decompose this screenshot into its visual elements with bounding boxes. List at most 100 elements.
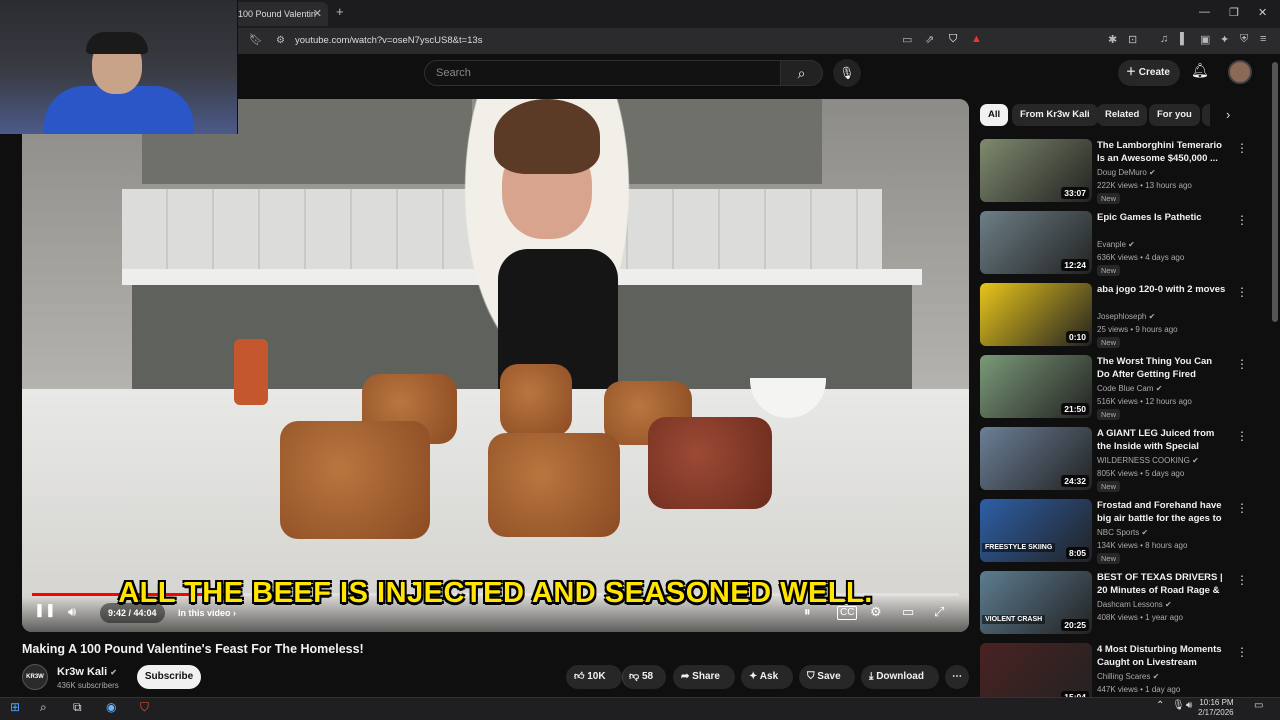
- search-button[interactable]: ⌕: [781, 60, 823, 86]
- windows-start-icon[interactable]: ⊞: [10, 700, 20, 714]
- channel-name[interactable]: Kr3w Kali ✔: [57, 666, 117, 678]
- brave-rewards-icon[interactable]: ▲: [971, 33, 982, 45]
- steam-icon[interactable]: ◉: [106, 700, 116, 714]
- recommendation-item[interactable]: 21:50 The Worst Thing You Can Do After Ge…: [980, 355, 1270, 421]
- taskbar-clock[interactable]: 10:16 PM 2/17/2026: [1198, 698, 1234, 718]
- recommendation-item[interactable]: VIOLENT CRASH 20:25 BEST OF TEXAS DRIVERS …: [980, 571, 1270, 637]
- recommendation-thumbnail[interactable]: FREESTYLE SKIING 8:05: [980, 499, 1092, 562]
- bookmark-icon[interactable]: 🔖︎: [249, 33, 263, 46]
- fullscreen-button[interactable]: ⤢: [934, 604, 944, 620]
- new-tab-icon[interactable]: +: [336, 4, 344, 19]
- media-icon[interactable]: ♫: [1160, 33, 1168, 45]
- menu-icon[interactable]: ≡: [1260, 33, 1266, 45]
- more-vertical-icon[interactable]: ⋮: [1236, 213, 1248, 227]
- url-field[interactable]: ⚙︎ youtube.com/watch?v=oseN7yscUS8&t=13s: [268, 31, 888, 51]
- video-duration: 20:25: [1061, 619, 1089, 631]
- recommendation-channel: NBC Sports ✔: [1097, 528, 1148, 537]
- recommendation-item[interactable]: 24:32 A GIANT LEG Juiced from the Inside …: [980, 427, 1270, 493]
- recommendation-channel-name: Evanple: [1097, 240, 1126, 249]
- dislike-button[interactable]: 👎︎ 58: [622, 665, 666, 689]
- captions-button[interactable]: CC: [837, 606, 858, 620]
- recommendation-item[interactable]: 0:10 aba jogo 120-0 with 2 moves Josephlos…: [980, 283, 1270, 349]
- more-vertical-icon[interactable]: ⋮: [1236, 573, 1248, 587]
- more-vertical-icon[interactable]: ⋮: [1236, 141, 1248, 155]
- recommendation-title[interactable]: The Worst Thing You Can Do After Getting…: [1097, 355, 1227, 381]
- browser-tab[interactable]: 100 Pound Valentin ✕: [230, 2, 328, 26]
- more-vertical-icon[interactable]: ⋮: [1236, 645, 1248, 659]
- download-button[interactable]: ⤓ Download: [861, 665, 939, 689]
- search-input[interactable]: Search: [424, 60, 781, 86]
- more-vertical-icon[interactable]: ⋮: [1236, 429, 1248, 443]
- recommendation-thumbnail[interactable]: 21:50: [980, 355, 1092, 418]
- channel-avatar[interactable]: KR3W KALI: [22, 664, 48, 704]
- recommendation-title[interactable]: aba jogo 120-0 with 2 moves: [1097, 283, 1227, 296]
- vpn-icon[interactable]: ⛨: [1240, 33, 1248, 46]
- recommendation-item[interactable]: FREESTYLE SKIING 8:05 Frostad and Forehand…: [980, 499, 1270, 565]
- save-button[interactable]: ⛉ Save: [799, 665, 855, 689]
- close-window-icon[interactable]: ✕: [1258, 6, 1267, 19]
- recommendation-title[interactable]: BEST OF TEXAS DRIVERS | 20 Minutes of Ro…: [1097, 571, 1227, 597]
- brave-browser-icon[interactable]: ⛉: [140, 700, 149, 715]
- task-view-icon[interactable]: ⧉: [73, 700, 82, 715]
- sidebar-toggle-icon[interactable]: ▌: [1180, 33, 1188, 45]
- recommendation-title[interactable]: Epic Games Is Pathetic: [1097, 211, 1227, 224]
- account-avatar[interactable]: [1228, 60, 1252, 84]
- taskbar-search-icon[interactable]: ⌕: [40, 700, 47, 715]
- recommendation-title[interactable]: Frostad and Forehand have big air battle…: [1097, 499, 1227, 525]
- minimize-icon[interactable]: —: [1199, 6, 1210, 18]
- cast-icon[interactable]: ▭: [902, 33, 912, 46]
- recommendation-meta: 408K views • 1 year ago: [1097, 613, 1183, 622]
- more-actions-button[interactable]: ⋯: [945, 665, 969, 689]
- create-button[interactable]: ＋ Create: [1118, 60, 1180, 86]
- more-vertical-icon[interactable]: ⋮: [1236, 357, 1248, 371]
- wallet-icon[interactable]: ▣: [1200, 33, 1210, 46]
- like-button[interactable]: 👍︎ 10K: [566, 665, 622, 689]
- recommendation-title[interactable]: A GIANT LEG Juiced from the Inside with …: [1097, 427, 1227, 453]
- volume-button[interactable]: 🔊︎: [68, 604, 76, 620]
- close-tab-icon[interactable]: ✕: [313, 2, 322, 26]
- video-player[interactable]: ALL THE BEEF IS INJECTED AND SEASONED WE…: [22, 99, 969, 632]
- page-scrollbar[interactable]: [1272, 62, 1278, 322]
- tray-chevron-icon[interactable]: ⌃: [1156, 700, 1164, 711]
- recommendation-thumbnail[interactable]: 0:10: [980, 283, 1092, 346]
- recommendation-item[interactable]: 12:24 Epic Games Is Pathetic Evanple ✔ 636K…: [980, 211, 1270, 277]
- more-vertical-icon[interactable]: ⋮: [1236, 501, 1248, 515]
- settings-button[interactable]: ⚙︎: [870, 604, 882, 620]
- autoplay-toggle[interactable]: ⏸︎: [804, 604, 811, 620]
- clock-date: 2/17/2026: [1198, 708, 1234, 717]
- notification-center-icon[interactable]: ▭: [1254, 700, 1263, 711]
- site-settings-icon[interactable]: ⚙︎: [276, 31, 285, 51]
- leo-ai-icon[interactable]: ✦: [1220, 33, 1229, 46]
- share-page-icon[interactable]: ⇗: [925, 33, 934, 46]
- recommendation-thumbnail[interactable]: 33:07: [980, 139, 1092, 202]
- recommendation-thumbnail[interactable]: 24:32: [980, 427, 1092, 490]
- chip-related[interactable]: Related: [1097, 104, 1148, 126]
- screenshot-icon[interactable]: ⊡: [1128, 33, 1137, 46]
- voice-search-button[interactable]: 🎙︎: [833, 59, 861, 87]
- theater-mode-button[interactable]: ▭: [902, 604, 914, 620]
- chevron-right-icon[interactable]: ›: [1226, 107, 1230, 122]
- extensions-icon[interactable]: ✱: [1108, 33, 1117, 46]
- ask-button[interactable]: ✦ Ask: [741, 665, 793, 689]
- recommendation-thumbnail[interactable]: 12:24: [980, 211, 1092, 274]
- chip-from-channel[interactable]: From Kr3w Kali: [1012, 104, 1098, 126]
- pause-button[interactable]: ❚❚: [34, 602, 56, 622]
- chip-all[interactable]: All: [980, 104, 1009, 126]
- recommendation-item[interactable]: 33:07 The Lamborghini Temerario Is an Awe…: [980, 139, 1270, 205]
- in-this-video-button[interactable]: In this video ›: [178, 603, 236, 623]
- restore-icon[interactable]: ❐: [1229, 6, 1239, 19]
- notifications-bell-icon[interactable]: 🔔︎: [1191, 62, 1209, 79]
- subscribe-button[interactable]: Subscribe: [137, 665, 201, 689]
- volume-tray-icon[interactable]: 🔊︎: [1186, 700, 1192, 711]
- more-vertical-icon[interactable]: ⋮: [1236, 285, 1248, 299]
- brave-shield-icon[interactable]: ⛉: [949, 33, 957, 46]
- recommendation-thumbnail[interactable]: VIOLENT CRASH 20:25: [980, 571, 1092, 634]
- verified-icon: ✔: [1155, 384, 1163, 393]
- microphone-tray-icon[interactable]: 🎙︎: [1172, 700, 1185, 711]
- recommendation-title[interactable]: 4 Most Disturbing Moments Caught on Live…: [1097, 643, 1227, 669]
- recommendation-title[interactable]: The Lamborghini Temerario Is an Awesome …: [1097, 139, 1227, 165]
- share-button[interactable]: ➦ Share: [673, 665, 735, 689]
- chip-for-you[interactable]: For you: [1149, 104, 1200, 126]
- thumbnail-overlay-text: FREESTYLE SKIING: [982, 543, 1056, 552]
- recommendation-channel-name: WILDERNESS COOKING: [1097, 456, 1190, 465]
